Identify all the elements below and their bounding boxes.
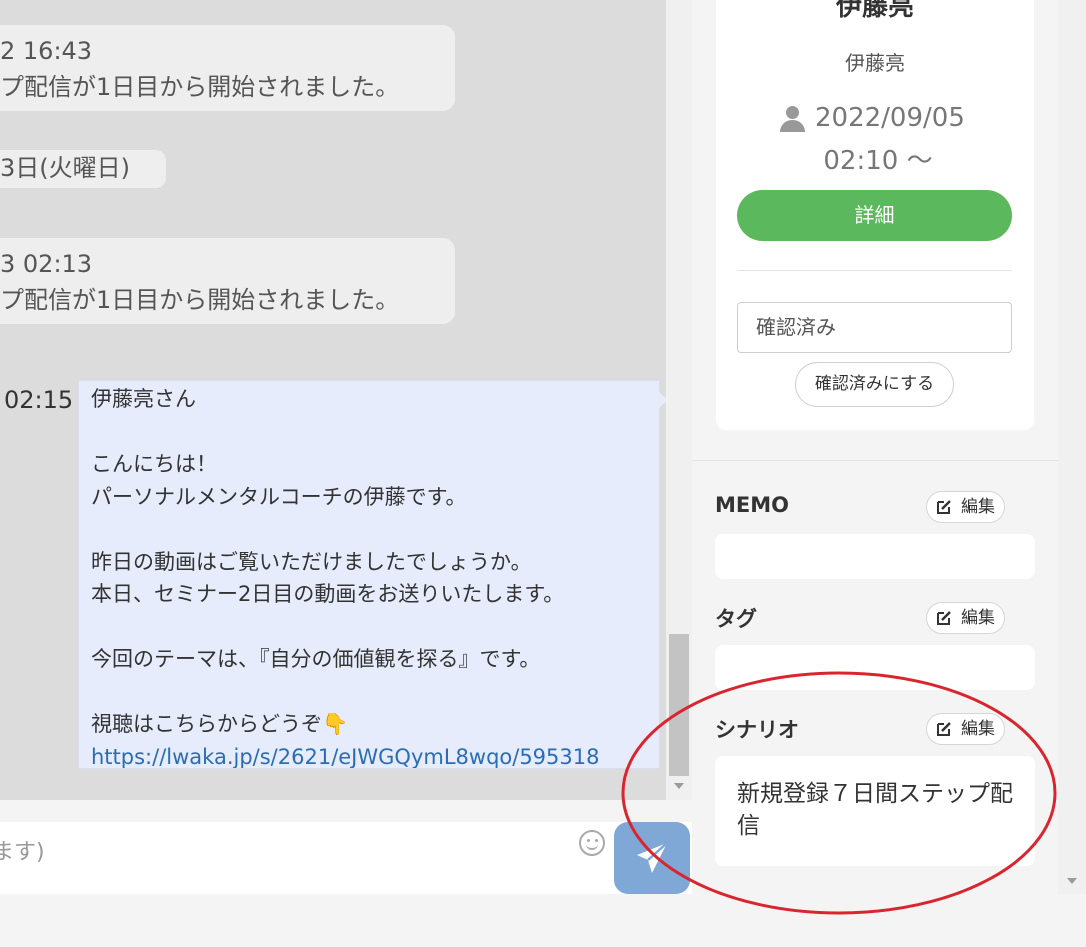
user-icon: [779, 106, 805, 132]
memo-box[interactable]: [715, 534, 1035, 579]
pointing-down-emoji-icon: 👇: [322, 712, 349, 736]
tags-box[interactable]: [715, 645, 1035, 690]
message-line: 視聴はこちらからどうぞ👇: [91, 708, 659, 741]
display-name: 伊藤亮: [835, 0, 914, 22]
system-message: 2 16:43 プ配信が1日目から開始されました。: [0, 25, 455, 111]
chat-scrollbar-thumb[interactable]: [669, 634, 689, 776]
tags-title: タグ: [715, 607, 757, 631]
scenario-edit-button[interactable]: 編集: [926, 713, 1005, 745]
tags-edit-label: 編集: [961, 608, 995, 628]
system-message: 3 02:13 プ配信が1日目から開始されました。: [0, 238, 455, 324]
video-link[interactable]: https://lwaka.jp/s/2621/eJWGQymL8wqo/595…: [91, 741, 659, 769]
scroll-down-arrow-icon[interactable]: [1067, 878, 1077, 884]
message-line: 昨日の動画はご覧いただけましたでしょうか。: [91, 549, 532, 574]
tags-edit-button[interactable]: 編集: [926, 602, 1005, 634]
system-message-text: プ配信が1日目から開始されました。: [0, 73, 400, 101]
edit-icon: [937, 500, 951, 514]
status-select[interactable]: 確認済み: [737, 302, 1012, 353]
system-message-time: 3 02:13: [0, 250, 93, 278]
message-line: [91, 513, 659, 546]
memo-edit-label: 編集: [961, 497, 995, 517]
detail-button[interactable]: 詳細: [737, 190, 1012, 241]
scenario-title: シナリオ: [715, 718, 799, 742]
account-name: 伊藤亮: [845, 51, 905, 75]
registered-date: 2022/09/05: [815, 103, 965, 133]
app-window: 2 16:43 プ配信が1日目から開始されました。 3日(火曜日) 3 02:1…: [0, 0, 1086, 947]
message-line: 今回のテーマは、『自分の価値観を探る』です。: [91, 647, 541, 671]
divider: [737, 270, 1012, 271]
system-message-time: 2 16:43: [0, 37, 93, 65]
chat-scrollbar[interactable]: [666, 0, 692, 800]
outgoing-message-bubble: 伊藤亮さん こんにちは！ パーソナルメンタルコーチの伊藤です。 昨日の動画はご覧…: [78, 380, 660, 769]
send-button[interactable]: [614, 822, 690, 894]
scenario-edit-label: 編集: [961, 719, 995, 739]
message-time: 02:15: [4, 386, 74, 414]
panel-scrollbar[interactable]: [1058, 0, 1086, 894]
divider: [692, 460, 1058, 461]
edit-icon: [937, 722, 951, 736]
scroll-down-arrow-icon[interactable]: [674, 783, 684, 789]
smiley-icon[interactable]: [579, 830, 605, 856]
message-line: パーソナルメンタルコーチの伊藤です。: [91, 484, 467, 509]
message-line: こんにちは！: [91, 452, 217, 476]
edit-icon: [937, 611, 951, 625]
memo-title: MEMO: [715, 493, 789, 517]
chat-log: 2 16:43 プ配信が1日目から開始されました。 3日(火曜日) 3 02:1…: [0, 0, 666, 800]
message-line: [91, 676, 659, 709]
message-line: 伊藤亮さん: [91, 387, 196, 411]
date-divider: 3日(火曜日): [0, 150, 166, 188]
message-line: 本日、セミナー2日目の動画をお送りいたします。: [91, 582, 565, 606]
bubble-tail: [658, 391, 666, 409]
message-line: [91, 611, 659, 644]
paper-plane-icon: [637, 842, 668, 873]
registered-time: 02:10 ～: [823, 146, 933, 176]
message-input-placeholder: ます): [0, 840, 45, 865]
scenario-value: 新規登録７日間ステップ配信: [737, 781, 1013, 839]
memo-edit-button[interactable]: 編集: [926, 491, 1005, 523]
system-message-text: プ配信が1日目から開始されました。: [0, 286, 400, 314]
message-line-text: 視聴はこちらからどうぞ: [91, 712, 322, 736]
mark-confirmed-button[interactable]: 確認済みにする: [795, 362, 954, 407]
message-line: [91, 416, 659, 449]
